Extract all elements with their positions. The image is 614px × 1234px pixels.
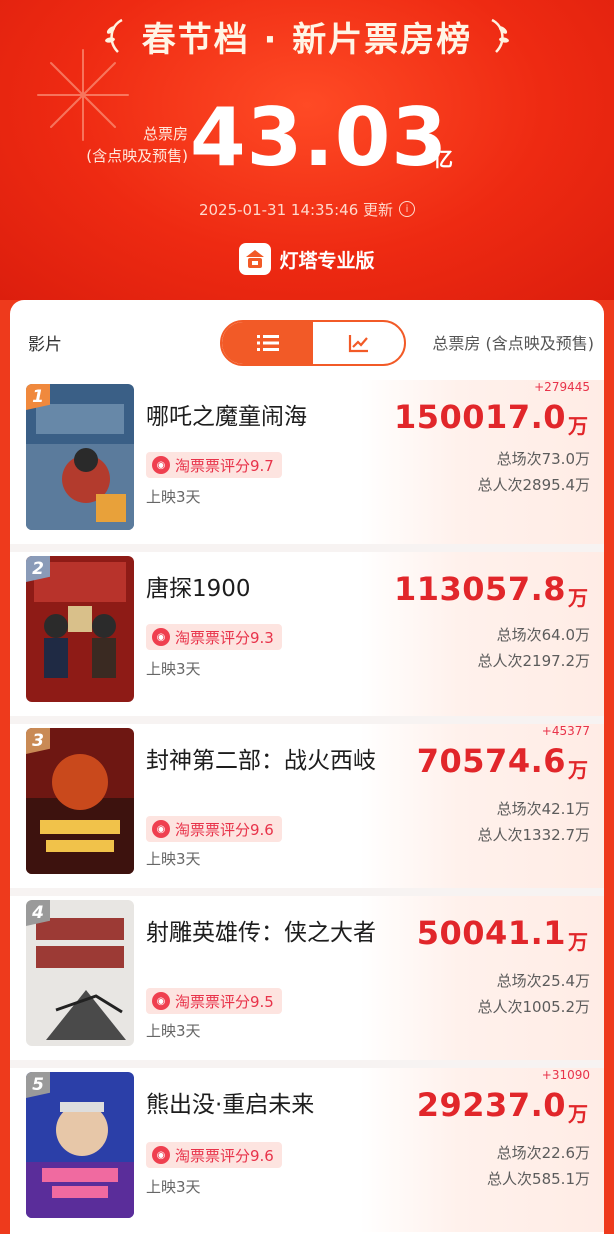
rating-badge: ◉ 淘票票评分9.3 bbox=[146, 624, 282, 650]
movie-poster[interactable]: 4 bbox=[26, 900, 134, 1046]
movie-row-3[interactable]: 3 封神第二部：战火西岐 ◉ 淘票票评分9.6 上映3天 +45377 7057… bbox=[10, 724, 604, 896]
rating-text: 淘票票评分9.5 bbox=[175, 992, 274, 1011]
box-office-unit: 万 bbox=[568, 586, 588, 610]
movie-title[interactable]: 熊出没·重启未来 bbox=[146, 1088, 386, 1122]
taopiaopiao-icon: ◉ bbox=[152, 820, 170, 838]
box-office-unit: 万 bbox=[568, 930, 588, 954]
taopiaopiao-icon: ◉ bbox=[152, 628, 170, 646]
box-office-unit: 万 bbox=[568, 1102, 588, 1126]
brand-logo-icon bbox=[239, 243, 272, 275]
box-office-value: 29237.0 bbox=[416, 1086, 566, 1124]
total-shows: 总场次25.4万 bbox=[496, 972, 590, 990]
laurel-right-icon bbox=[491, 18, 510, 53]
chart-icon bbox=[348, 335, 368, 353]
box-office-column-label: 总票房 (含点映及预售) bbox=[432, 334, 594, 353]
movie-row-1[interactable]: 1 哪吒之魔童闹海 ◉ 淘票票评分9.7 上映3天 +279445 150017… bbox=[10, 380, 604, 552]
movie-row-2[interactable]: 2 唐探1900 ◉ 淘票票评分9.3 上映3天 113057.8 万 总场次6… bbox=[10, 552, 604, 724]
box-office-delta: +279445 bbox=[534, 380, 590, 394]
total-box-office: 总票房 (含点映及预售) 43.03 亿 bbox=[0, 91, 614, 185]
rating-badge: ◉ 淘票票评分9.6 bbox=[146, 816, 282, 842]
rating-badge: ◉ 淘票票评分9.6 bbox=[146, 1142, 282, 1168]
taopiaopiao-icon: ◉ bbox=[152, 1146, 170, 1164]
taopiaopiao-icon: ◉ bbox=[152, 992, 170, 1010]
info-icon[interactable]: i bbox=[399, 201, 416, 217]
update-time-row[interactable]: 2025-01-31 14:35:46 更新 i bbox=[0, 198, 614, 220]
row-divider bbox=[10, 888, 604, 896]
rating-badge: ◉ 淘票票评分9.7 bbox=[146, 452, 282, 478]
total-shows: 总场次73.0万 bbox=[496, 450, 590, 468]
movie-title[interactable]: 射雕英雄传：侠之大者 bbox=[146, 916, 386, 950]
row-divider bbox=[10, 716, 604, 724]
laurel-left-icon bbox=[104, 18, 123, 53]
box-office-value: 70574.6 bbox=[416, 742, 566, 780]
days-released: 上映3天 bbox=[146, 850, 201, 868]
movie-row-5[interactable]: 5 熊出没·重启未来 ◉ 淘票票评分9.6 上映3天 +31090 29237.… bbox=[10, 1068, 604, 1234]
total-label: 总票房 (含点映及预售) bbox=[58, 123, 188, 167]
movie-title[interactable]: 封神第二部：战火西岐 bbox=[146, 744, 386, 778]
movie-poster[interactable]: 1 bbox=[26, 384, 134, 530]
box-office-value: 113057.8 bbox=[393, 570, 566, 608]
brand-name: 灯塔专业版 bbox=[279, 249, 375, 272]
page-title: 春节档 · 新片票房榜 bbox=[141, 19, 473, 60]
box-office-delta: +45377 bbox=[541, 724, 590, 738]
days-released: 上映3天 bbox=[146, 488, 201, 506]
box-office-value: 50041.1 bbox=[416, 914, 566, 952]
box-office-unit: 万 bbox=[568, 414, 588, 438]
total-shows: 总场次42.1万 bbox=[496, 800, 590, 818]
movie-poster[interactable]: 3 bbox=[26, 728, 134, 874]
movie-row-4[interactable]: 4 射雕英雄传：侠之大者 ◉ 淘票票评分9.5 上映3天 50041.1 万 总… bbox=[10, 896, 604, 1068]
chart-view-button[interactable] bbox=[313, 322, 404, 364]
total-admissions: 总人次2197.2万 bbox=[477, 652, 591, 670]
movie-poster[interactable]: 5 bbox=[26, 1072, 134, 1218]
movie-title[interactable]: 哪吒之魔童闹海 bbox=[146, 400, 386, 434]
hero-banner: 春节档 · 新片票房榜 总票房 (含点映及预售) 43.03 亿 2025-01… bbox=[0, 0, 614, 300]
total-unit: 亿 bbox=[433, 147, 453, 171]
rating-text: 淘票票评分9.7 bbox=[175, 456, 274, 475]
rating-badge: ◉ 淘票票评分9.5 bbox=[146, 988, 282, 1014]
movie-title[interactable]: 唐探1900 bbox=[146, 572, 386, 606]
list-header: 影片 总票房 (含点映及预售) bbox=[10, 300, 604, 380]
total-admissions: 总人次1332.7万 bbox=[477, 826, 591, 844]
total-label-line1: 总票房 bbox=[142, 125, 188, 143]
box-office-delta: +31090 bbox=[541, 1068, 590, 1082]
list-view-button[interactable] bbox=[222, 322, 313, 364]
total-shows: 总场次22.6万 bbox=[496, 1144, 590, 1162]
days-released: 上映3天 bbox=[146, 1022, 201, 1040]
total-admissions: 总人次1005.2万 bbox=[477, 998, 591, 1016]
box-office-value: 150017.0 bbox=[393, 398, 566, 436]
view-toggle[interactable] bbox=[220, 320, 406, 366]
row-divider bbox=[10, 1060, 604, 1068]
total-shows: 总场次64.0万 bbox=[496, 626, 590, 644]
brand-row: 灯塔专业版 bbox=[0, 242, 614, 276]
total-label-line2: (含点映及预售) bbox=[86, 147, 188, 165]
update-time: 2025-01-31 14:35:46 更新 bbox=[198, 200, 394, 219]
total-admissions: 总人次585.1万 bbox=[487, 1170, 590, 1188]
title-row: 春节档 · 新片票房榜 bbox=[0, 6, 614, 66]
list-icon bbox=[256, 335, 279, 351]
film-column-label: 影片 bbox=[28, 335, 62, 355]
days-released: 上映3天 bbox=[146, 1178, 201, 1196]
taopiaopiao-icon: ◉ bbox=[152, 456, 170, 474]
rating-text: 淘票票评分9.6 bbox=[175, 1146, 274, 1165]
box-office-unit: 万 bbox=[568, 758, 588, 782]
movie-poster[interactable]: 2 bbox=[26, 556, 134, 702]
rating-text: 淘票票评分9.6 bbox=[175, 820, 274, 839]
rating-text: 淘票票评分9.3 bbox=[175, 628, 274, 647]
total-value: 43.03 bbox=[190, 91, 449, 184]
days-released: 上映3天 bbox=[146, 660, 201, 678]
row-divider bbox=[10, 544, 604, 552]
total-admissions: 总人次2895.4万 bbox=[477, 476, 591, 494]
ranking-card: 影片 总票房 (含点映及预售) 1 哪吒之魔童闹海 ◉ 淘票票评分9.7 上映3… bbox=[10, 300, 604, 1234]
